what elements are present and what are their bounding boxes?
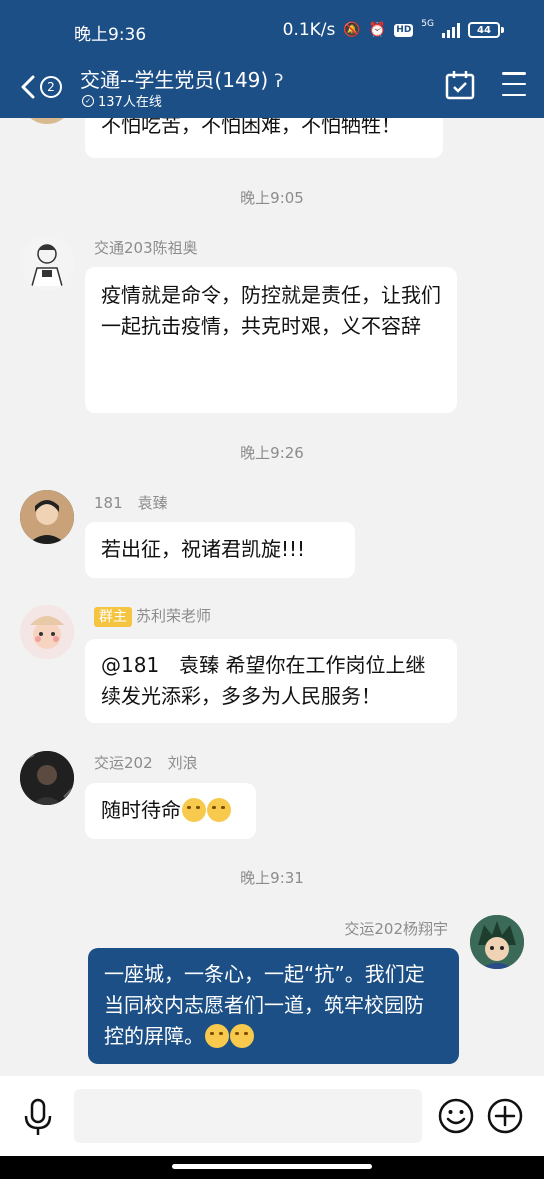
- menu-icon[interactable]: [502, 72, 526, 96]
- signal-icon: [442, 22, 460, 38]
- navigation-bar: [0, 1156, 544, 1179]
- message-input[interactable]: [74, 1089, 422, 1143]
- chat-header: 晚上9:36 0.1K/s 🔕 ⏰ HD 5G 44 2 交通--学生党员(14…: [0, 0, 544, 118]
- emoji-icon: [207, 798, 231, 822]
- avatar[interactable]: [20, 118, 74, 124]
- home-indicator[interactable]: [172, 1164, 372, 1169]
- avatar[interactable]: [20, 490, 74, 544]
- message-list[interactable]: 不怕吃苦，不怕困难，不怕牺牲！ 晚上9:05 交通203陈祖奥 疫情就是命令，防…: [0, 118, 544, 1076]
- network-type: 5G: [421, 19, 434, 29]
- back-button[interactable]: 2: [20, 70, 72, 104]
- message-bubble[interactable]: 疫情就是命令，防控就是责任，让我们一起抗击疫情，共克时艰，义不容辞: [85, 267, 457, 413]
- back-icon: [21, 75, 35, 99]
- message-text: 一座城，一条心，一起“抗”。我们定当同校内志愿者们一道，筑牢校园防控的屏障。: [104, 962, 425, 1048]
- timestamp: 晚上9:31: [240, 869, 304, 887]
- owner-badge: 群主: [94, 607, 132, 627]
- sender-name: 交通203陈祖奥: [94, 239, 198, 257]
- net-speed: 0.1K/s: [282, 20, 336, 40]
- message-text: 若出征，祝诸君凯旋!!!: [101, 537, 306, 561]
- calendar-check-icon[interactable]: [445, 70, 475, 100]
- alarm-icon: ⏰: [368, 22, 387, 38]
- avatar[interactable]: [20, 236, 74, 290]
- message-bubble[interactable]: 随时待命: [85, 783, 256, 839]
- message-text: 疫情就是命令，防控就是责任，让我们一起抗击疫情，共克时艰，义不容辞: [101, 283, 441, 338]
- emoji-icon: [182, 798, 206, 822]
- message-bubble[interactable]: 若出征，祝诸君凯旋!!!: [85, 522, 355, 578]
- online-icon: ✓: [82, 94, 94, 107]
- sender-name: 交运202 刘浪: [94, 754, 198, 772]
- emoji-icon: [205, 1024, 229, 1048]
- timestamp: 晚上9:26: [240, 444, 304, 462]
- online-count: 137人在线: [98, 95, 162, 110]
- mute-icon: 🔕: [343, 22, 361, 38]
- message-bubble[interactable]: 不怕吃苦，不怕困难，不怕牺牲！: [85, 118, 443, 158]
- sender-name: 181 袁臻: [94, 494, 168, 512]
- group-title[interactable]: 交通--学生党员(149) ʔ: [80, 64, 283, 93]
- message-bubble[interactable]: @181 袁臻 希望你在工作岗位上继续发光添彩，多多为人民服务！: [85, 639, 457, 723]
- message-text: 随时待命: [101, 798, 181, 822]
- avatar[interactable]: [20, 751, 74, 805]
- sender-name: 交运202杨翔宇: [344, 920, 448, 938]
- avatar[interactable]: [470, 915, 524, 969]
- message-bubble-self[interactable]: 一座城，一条心，一起“抗”。我们定当同校内志愿者们一道，筑牢校园防控的屏障。: [88, 948, 459, 1064]
- sender-name: 苏利荣老师: [136, 607, 212, 625]
- avatar[interactable]: [20, 605, 74, 659]
- sender-row: 群主 苏利荣老师: [94, 605, 211, 627]
- emoji-icon[interactable]: [438, 1098, 474, 1134]
- status-bar: 晚上9:36 0.1K/s 🔕 ⏰ HD 5G 44: [0, 0, 544, 62]
- message-text: 不怕吃苦，不怕困难，不怕牺牲！: [101, 118, 401, 137]
- plus-icon[interactable]: [487, 1098, 523, 1134]
- battery-icon: 44: [468, 22, 504, 38]
- hd-icon: HD: [394, 23, 414, 37]
- ear-icon: ʔ: [274, 71, 284, 92]
- timestamp: 晚上9:05: [240, 189, 304, 207]
- status-time: 晚上9:36: [74, 25, 147, 45]
- message-text: @181 袁臻 希望你在工作岗位上继续发光添彩，多多为人民服务！: [101, 653, 426, 708]
- battery-level: 44: [468, 22, 500, 38]
- input-bar: [0, 1076, 544, 1156]
- emoji-icon: [230, 1024, 254, 1048]
- nav-bar: 2 交通--学生党员(149) ʔ ✓ 137人在线: [0, 62, 544, 118]
- online-status: ✓ 137人在线: [82, 91, 162, 110]
- status-icons: 0.1K/s 🔕 ⏰ HD 5G 44: [283, 20, 504, 40]
- group-title-text: 交通--学生党员(149): [80, 68, 269, 92]
- mic-icon[interactable]: [22, 1098, 54, 1136]
- unread-badge: 2: [40, 76, 62, 98]
